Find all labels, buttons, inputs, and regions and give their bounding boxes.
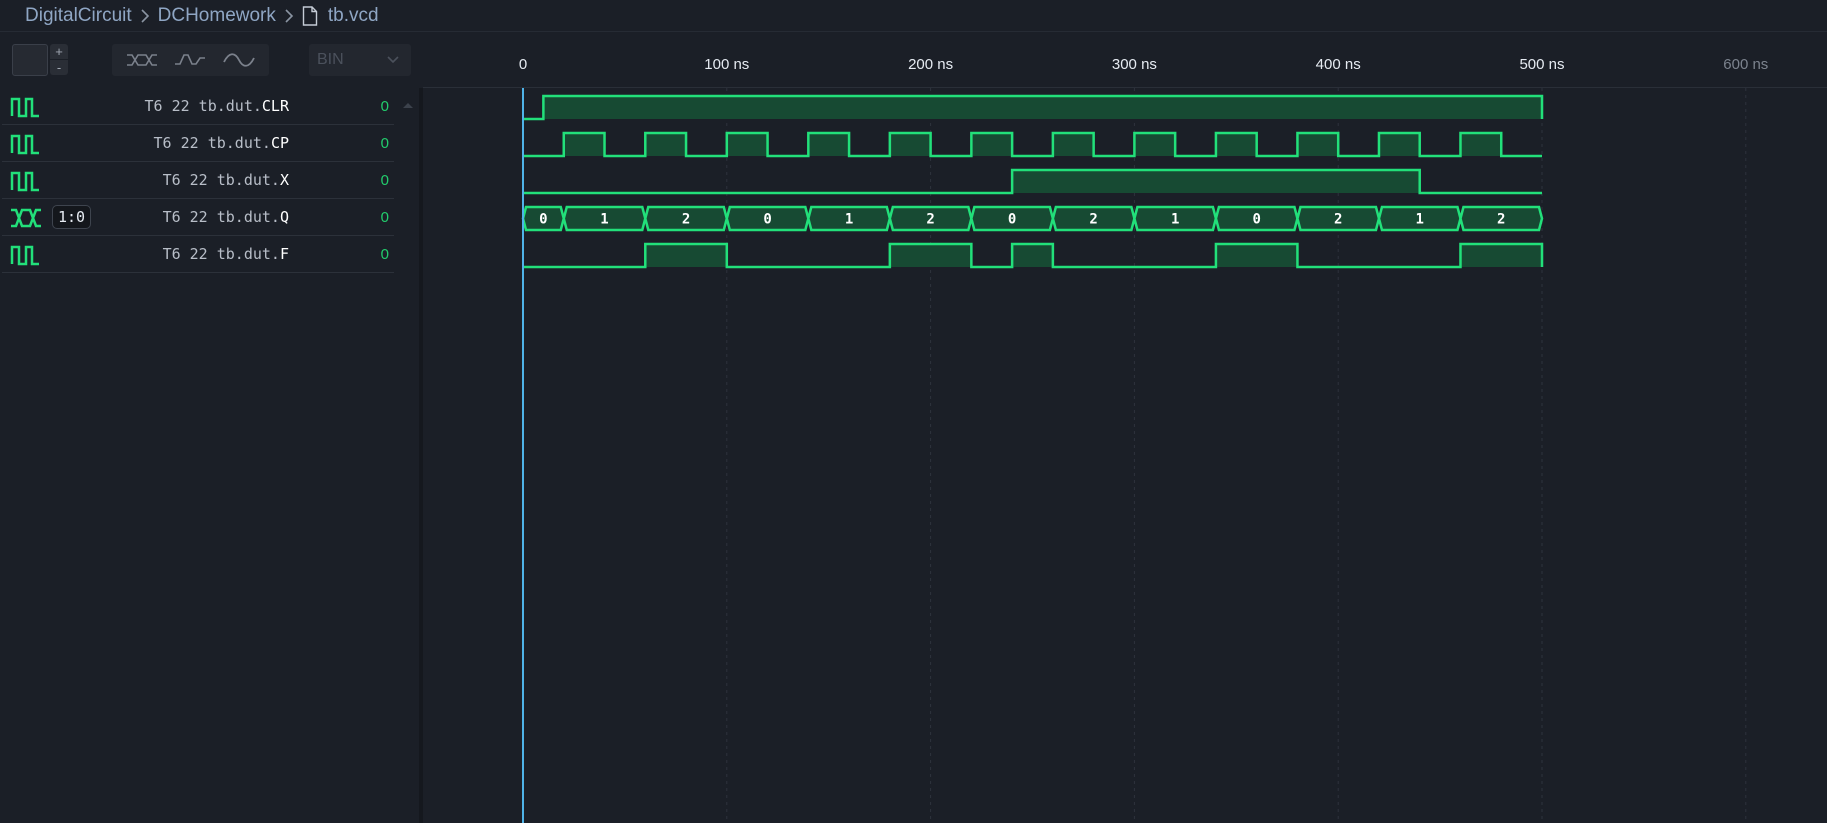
bit-signal-icon <box>10 96 42 123</box>
signal-name: T6 22 tb.dut.CLR <box>144 97 290 115</box>
high-level-fill <box>1297 133 1339 156</box>
time-ruler-canvas: 0 100 ns 200 ns 300 ns 400 ns 500 ns 600 ns <box>519 56 1768 73</box>
signal-row-q[interactable]: 1:0 T6 22 tb.dut.Q 0 <box>2 199 394 236</box>
signal-name: T6 22 tb.dut.F <box>162 245 289 263</box>
high-level-fill <box>1134 133 1176 156</box>
signal-row-clr[interactable]: T6 22 tb.dut.CLR 0 <box>2 88 394 125</box>
zoom-out-button[interactable]: - <box>50 60 68 75</box>
breadcrumb-item-folder[interactable]: DCHomework <box>158 5 276 27</box>
bus-value-label: 0 <box>763 212 771 228</box>
high-level-fill <box>1460 244 1542 267</box>
zoom-in-button[interactable]: + <box>50 44 68 59</box>
chevron-right-icon <box>140 8 150 24</box>
time-tick-label: 400 ns <box>1316 56 1361 73</box>
waveform-viewport[interactable]: 0 1 2 0 1 2 0 2 1 0 2 1 2 <box>423 88 1827 823</box>
signal-name: T6 22 tb.dut.CP <box>153 134 289 152</box>
waveform-x[interactable] <box>523 168 1542 195</box>
breadcrumb-item-file[interactable]: tb.vcd <box>328 5 379 27</box>
bus-value-label: 2 <box>1334 212 1342 228</box>
bit-signal-icon <box>10 133 42 160</box>
signal-value: 0 <box>380 98 389 115</box>
signal-name: T6 22 tb.dut.X <box>162 171 289 189</box>
bus-value-label: 0 <box>1252 212 1260 228</box>
high-level-fill <box>889 244 972 267</box>
bus-value-label: 2 <box>1497 212 1505 228</box>
time-tick-label: 200 ns <box>908 56 953 73</box>
bus-value-label: 0 <box>539 212 547 228</box>
signal-name: T6 22 tb.dut.Q <box>162 208 289 226</box>
time-tick-label: 100 ns <box>704 56 749 73</box>
time-ruler[interactable]: 0 100 ns 200 ns 300 ns 400 ns 500 ns 600 ns <box>423 32 1827 88</box>
high-level-fill <box>1460 133 1502 156</box>
step-wave-icon[interactable] <box>170 47 210 73</box>
chevron-down-icon <box>385 52 401 73</box>
high-level-fill <box>726 133 768 156</box>
signal-list-panel: T6 22 tb.dut.CLR 0 T6 22 tb.dut.CP 0 T6 … <box>0 88 420 823</box>
high-level-fill <box>808 133 850 156</box>
signal-row-x[interactable]: T6 22 tb.dut.X 0 <box>2 162 394 199</box>
signal-value: 0 <box>380 209 389 226</box>
chevron-right-icon <box>284 8 294 24</box>
waveform-canvas: 0 1 2 0 1 2 0 2 1 0 2 1 2 <box>521 88 1747 823</box>
bus-value-label: 1 <box>845 212 853 228</box>
signal-row-cp[interactable]: T6 22 tb.dut.CP 0 <box>2 125 394 162</box>
signal-value: 0 <box>380 135 389 152</box>
bus-value-label: 2 <box>1089 212 1097 228</box>
signal-value: 0 <box>380 246 389 263</box>
time-tick-label: 0 <box>519 56 527 73</box>
value-format-select[interactable]: BIN <box>309 44 411 76</box>
time-tick-label: 300 ns <box>1112 56 1157 73</box>
bus-width-badge: 1:0 <box>52 205 92 229</box>
high-level-fill <box>1012 170 1420 193</box>
high-level-fill <box>645 133 687 156</box>
high-level-fill <box>563 133 605 156</box>
value-format-label: BIN <box>317 51 344 68</box>
high-level-fill <box>1012 244 1053 267</box>
high-level-fill <box>1378 133 1420 156</box>
high-level-fill <box>1052 133 1094 156</box>
waveform-f[interactable] <box>523 242 1544 269</box>
time-tick-label: 600 ns <box>1723 56 1768 73</box>
signal-value: 0 <box>380 172 389 189</box>
bit-signal-icon <box>10 170 42 197</box>
waveform-q[interactable]: 0 1 2 0 1 2 0 2 1 0 2 1 2 <box>521 205 1544 232</box>
bus-signal-icon <box>10 207 42 234</box>
bus-value-label: 2 <box>926 212 934 228</box>
high-level-fill <box>889 133 931 156</box>
bus-icon[interactable] <box>122 47 162 73</box>
breadcrumb: DigitalCircuit DCHomework tb.vcd <box>0 0 1827 32</box>
color-swatch-button[interactable] <box>12 44 48 76</box>
bus-value-label: 1 <box>1416 212 1424 228</box>
waveform-clr[interactable] <box>523 94 1544 121</box>
bus-value-label: 2 <box>682 212 690 228</box>
waveform-cp[interactable] <box>523 131 1542 158</box>
bus-value-label: 1 <box>1171 212 1179 228</box>
scroll-up-arrow-icon[interactable] <box>402 96 414 114</box>
toolbar: + - BIN <box>0 32 420 88</box>
render-mode-group <box>112 44 269 76</box>
bus-value-label: 0 <box>1008 212 1016 228</box>
high-level-fill <box>645 244 727 267</box>
analog-wave-icon[interactable] <box>219 47 259 73</box>
high-level-fill <box>1215 244 1298 267</box>
high-level-fill <box>971 133 1013 156</box>
breadcrumb-item-project[interactable]: DigitalCircuit <box>25 5 132 27</box>
signal-row-f[interactable]: T6 22 tb.dut.F 0 <box>2 236 394 273</box>
file-icon <box>302 5 318 26</box>
time-tick-label: 500 ns <box>1519 56 1564 73</box>
bit-signal-icon <box>10 244 42 271</box>
bus-value-label: 1 <box>600 212 608 228</box>
high-level-fill <box>1215 133 1257 156</box>
high-level-fill <box>543 96 1542 119</box>
